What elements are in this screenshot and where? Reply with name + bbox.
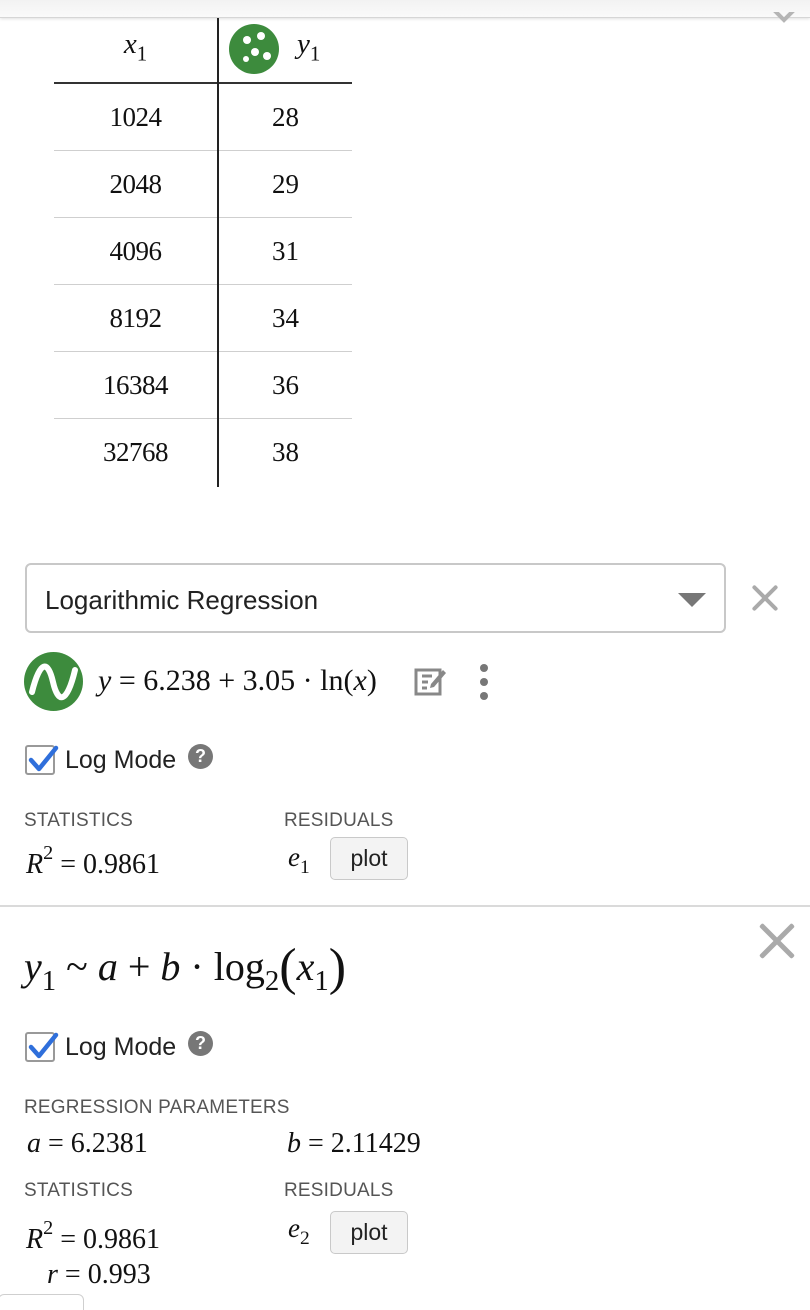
log-mode-label[interactable]: Log Mode (65, 746, 176, 775)
section-divider (0, 905, 810, 907)
table-header: x1 y1 (54, 18, 352, 84)
parameter-b-value: b = 2.11429 (287, 1128, 421, 1159)
r-squared-value: R2 = 0.9861 (26, 842, 160, 881)
table-row: 4096 31 (54, 218, 352, 285)
help-icon[interactable]: ? (188, 1031, 213, 1056)
column-header-y[interactable]: y1 (219, 22, 352, 82)
cell-y[interactable]: 34 (219, 303, 352, 334)
regression-formula-input[interactable]: y1 ~ a + b · log2(x1) (24, 938, 346, 998)
cell-x[interactable]: 1024 (54, 102, 217, 133)
r-squared-value: R2 = 0.9861 (26, 1217, 160, 1256)
regression-type-value: Logarithmic Regression (45, 585, 319, 615)
cell-x[interactable]: 2048 (54, 169, 217, 200)
model-equation: y = 6.238 + 3.05 · ln(x) (98, 664, 377, 697)
statistics-heading: STATISTICS (24, 1180, 133, 1201)
edit-table-icon[interactable] (413, 664, 447, 698)
table-row: 32768 38 (54, 419, 352, 486)
log-mode-checkbox[interactable] (25, 1032, 59, 1062)
statistics-heading: STATISTICS (24, 810, 133, 831)
column-divider (217, 18, 219, 487)
cell-x[interactable]: 16384 (54, 370, 217, 401)
table-row: 8192 34 (54, 285, 352, 352)
table-row: 2048 29 (54, 151, 352, 218)
cell-y[interactable]: 29 (219, 169, 352, 200)
residuals-heading: RESIDUALS (284, 1180, 394, 1201)
scatter-points-icon[interactable] (229, 24, 279, 74)
log-mode-label[interactable]: Log Mode (65, 1033, 176, 1062)
column-header-x[interactable]: x1 (54, 28, 217, 66)
table-row: 1024 28 (54, 84, 352, 151)
residual-variable: e2 (288, 1213, 310, 1249)
cell-y[interactable]: 36 (219, 370, 352, 401)
plot-residuals-button[interactable]: plot (330, 837, 408, 880)
cell-x[interactable]: 32768 (54, 437, 217, 468)
chevron-down-icon (678, 593, 706, 607)
residual-variable: e1 (288, 842, 310, 878)
cell-x[interactable]: 8192 (54, 303, 217, 334)
cell-x[interactable]: 4096 (54, 236, 217, 267)
regression-type-select[interactable]: Logarithmic Regression (25, 563, 726, 633)
table-row: 16384 36 (54, 352, 352, 419)
bottom-tab-edge[interactable] (0, 1294, 84, 1310)
more-vertical-icon[interactable] (478, 664, 490, 700)
close-icon[interactable] (750, 583, 780, 613)
close-icon[interactable] (757, 921, 797, 961)
log-mode-checkbox[interactable] (25, 745, 59, 775)
cell-y[interactable]: 38 (219, 437, 352, 468)
help-icon[interactable]: ? (188, 744, 213, 769)
correlation-r-value: r = 0.993 (47, 1259, 151, 1290)
cell-y[interactable]: 28 (219, 102, 352, 133)
top-toolbar-edge (0, 0, 810, 18)
regression-wave-icon[interactable] (24, 652, 83, 711)
data-table: x1 y1 1024 28 2048 29 4096 31 8192 34 16… (54, 18, 352, 487)
parameter-a-value: a = 6.2381 (27, 1128, 148, 1159)
residuals-heading: RESIDUALS (284, 810, 394, 831)
regression-parameters-heading: REGRESSION PARAMETERS (24, 1097, 290, 1118)
plot-residuals-button[interactable]: plot (330, 1211, 408, 1254)
cell-y[interactable]: 31 (219, 236, 352, 267)
close-icon[interactable] (766, 12, 802, 24)
column-header-y-label: y1 (297, 28, 321, 66)
